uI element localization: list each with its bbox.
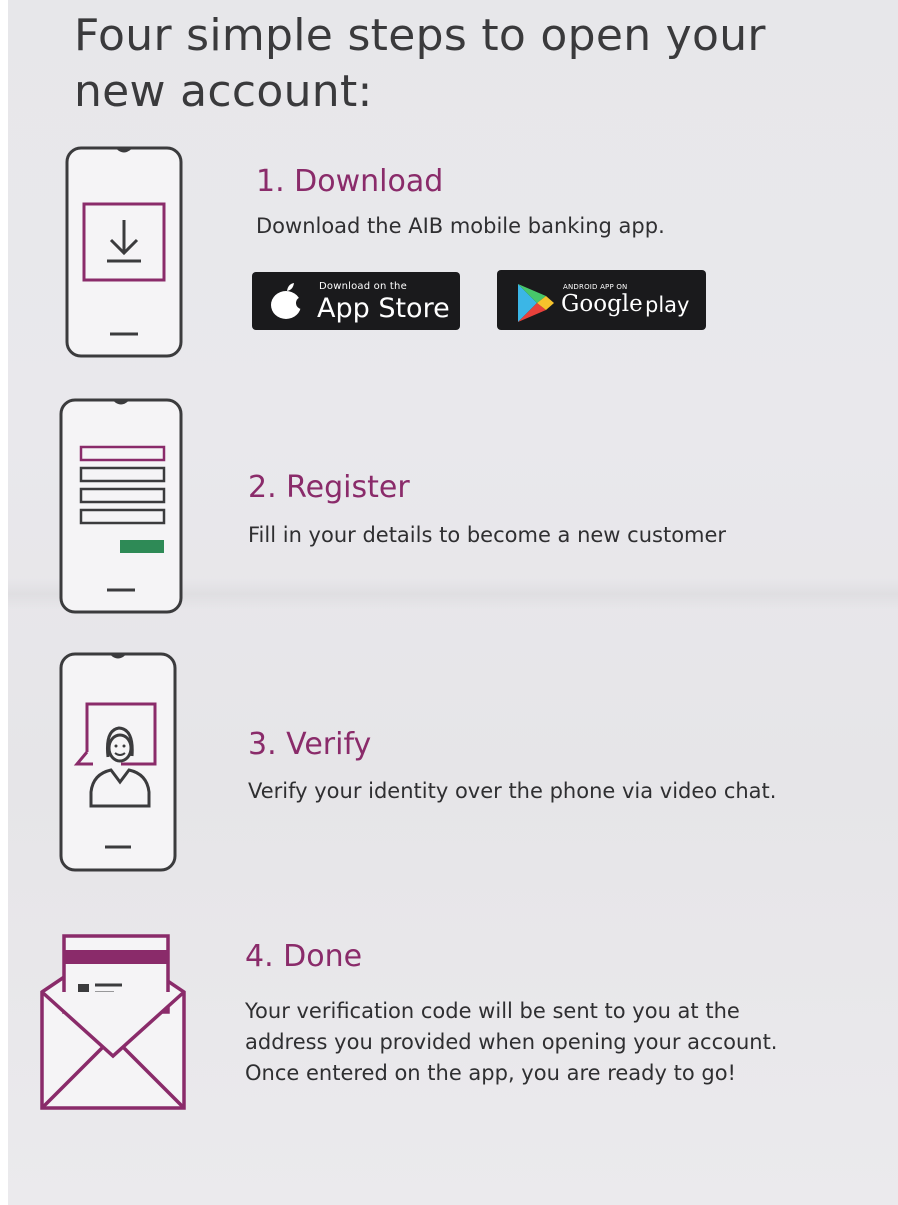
step-3-title: 3. Verify: [248, 727, 372, 762]
app-store-small-text: Download on the: [319, 281, 407, 292]
step-2-description: Fill in your details to become a new cus…: [248, 523, 727, 547]
app-store-badge[interactable]: Download on the App Store: [252, 272, 460, 330]
envelope-letter-icon: [40, 934, 186, 1110]
step-1-title: 1. Download: [256, 164, 444, 199]
apple-icon: [271, 283, 303, 319]
step-3-description: Verify your identity over the phone via …: [248, 779, 777, 803]
google-play-badge[interactable]: ANDROID APP ON Google play: [497, 270, 706, 330]
phone-download-icon: [65, 146, 183, 358]
app-store-big-text: App Store: [317, 293, 450, 324]
page-title: Four simple steps to open your new accou…: [74, 10, 766, 117]
phone-video-chat-icon: [59, 652, 177, 872]
leaflet-page: Four simple steps to open your new accou…: [8, 0, 898, 1205]
play-triangle-icon: [518, 284, 554, 322]
step-2-title: 2. Register: [248, 470, 410, 505]
google-play-brand-text: Google: [561, 291, 643, 317]
step-4-description: Your verification code will be sent to y…: [245, 999, 778, 1085]
step-4-title: 4. Done: [245, 939, 363, 974]
phone-form-icon: [59, 398, 183, 614]
google-play-big-text: play: [645, 293, 690, 317]
step-1-description: Download the AIB mobile banking app.: [256, 214, 665, 238]
